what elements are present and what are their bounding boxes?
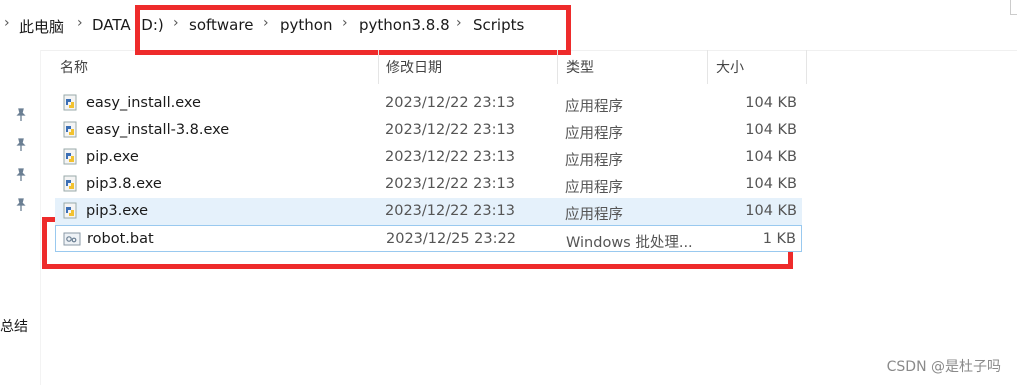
- file-date: 2023/12/25 23:22: [386, 231, 516, 247]
- column-divider[interactable]: [378, 50, 379, 84]
- column-header-date[interactable]: 修改日期: [386, 57, 442, 77]
- column-header-name[interactable]: 名称: [60, 57, 88, 77]
- file-type: 应用程序: [565, 99, 623, 115]
- pin-icon[interactable]: [14, 198, 28, 212]
- breadcrumb-this-pc[interactable]: 此电脑: [19, 16, 64, 37]
- python-exe-icon: [63, 175, 77, 192]
- file-type: 应用程序: [565, 126, 623, 142]
- sidebar-item-label[interactable]: 总结: [0, 316, 28, 336]
- batch-file-icon: [63, 232, 81, 246]
- file-row[interactable]: easy_install.exe 2023/12/22 23:13 应用程序 1…: [55, 90, 802, 117]
- file-row[interactable]: pip3.8.exe 2023/12/22 23:13 应用程序 104 KB: [55, 171, 802, 198]
- python-exe-icon: [63, 202, 77, 219]
- chevron-right-icon[interactable]: ›: [77, 15, 83, 31]
- file-row[interactable]: robot.bat 2023/12/25 23:22 Windows 批处理..…: [55, 225, 802, 252]
- column-header-row: 名称 修改日期 类型 大小: [55, 50, 802, 84]
- file-size: 104 KB: [745, 122, 797, 138]
- file-date: 2023/12/22 23:13: [385, 203, 515, 219]
- file-name: pip3.8.exe: [86, 176, 162, 192]
- watermark: CSDN @是杜子吗: [886, 359, 1001, 375]
- file-row[interactable]: pip.exe 2023/12/22 23:13 应用程序 104 KB: [55, 144, 802, 171]
- python-exe-icon: [63, 121, 77, 138]
- chevron-right-icon[interactable]: ›: [4, 15, 10, 31]
- file-size: 104 KB: [745, 203, 797, 219]
- file-type: Windows 批处理...: [566, 235, 693, 251]
- file-row[interactable]: easy_install-3.8.exe 2023/12/22 23:13 应用…: [55, 117, 802, 144]
- column-header-size[interactable]: 大小: [716, 57, 744, 77]
- python-exe-icon: [63, 94, 77, 111]
- file-size: 104 KB: [745, 149, 797, 165]
- file-name: easy_install-3.8.exe: [86, 122, 230, 138]
- file-type: 应用程序: [565, 180, 623, 196]
- file-size: 1 KB: [762, 231, 796, 247]
- column-divider[interactable]: [806, 50, 807, 84]
- address-bar-edge: [1010, 0, 1017, 15]
- file-date: 2023/12/22 23:13: [385, 95, 515, 111]
- pin-icon[interactable]: [14, 108, 28, 122]
- file-name: pip3.exe: [86, 203, 148, 219]
- file-size: 104 KB: [745, 95, 797, 111]
- pin-icon[interactable]: [14, 168, 28, 182]
- file-name: easy_install.exe: [86, 95, 201, 111]
- highlight-box-path: [135, 5, 571, 55]
- file-date: 2023/12/22 23:13: [385, 176, 515, 192]
- file-type: 应用程序: [565, 153, 623, 169]
- python-exe-icon: [63, 148, 77, 165]
- pin-icon[interactable]: [14, 138, 28, 152]
- file-date: 2023/12/22 23:13: [385, 122, 515, 138]
- file-type: 应用程序: [565, 207, 623, 223]
- file-row[interactable]: pip3.exe 2023/12/22 23:13 应用程序 104 KB: [55, 198, 802, 225]
- file-name: robot.bat: [87, 231, 154, 247]
- column-divider[interactable]: [557, 50, 558, 84]
- file-date: 2023/12/22 23:13: [385, 149, 515, 165]
- column-divider[interactable]: [707, 50, 708, 84]
- file-name: pip.exe: [86, 149, 139, 165]
- file-size: 104 KB: [745, 176, 797, 192]
- column-header-type[interactable]: 类型: [566, 57, 594, 77]
